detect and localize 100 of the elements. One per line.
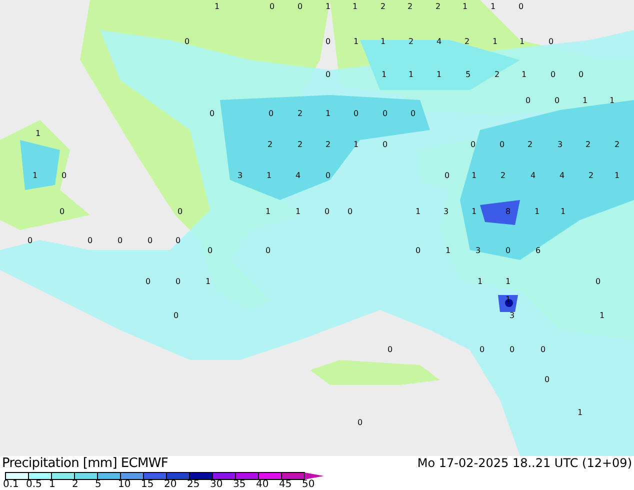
- precipitation-value: 3: [475, 246, 481, 255]
- precipitation-value: 0: [509, 345, 515, 354]
- legend-label: 20: [164, 479, 177, 490]
- precipitation-value: 1: [609, 96, 615, 105]
- precipitation-value: 2: [297, 140, 303, 149]
- precipitation-value: 2: [408, 37, 414, 46]
- precipitation-value: 0: [269, 2, 275, 11]
- precipitation-value: 0: [175, 277, 181, 286]
- precipitation-value: 0: [550, 70, 556, 79]
- precipitation-value: 0: [470, 140, 476, 149]
- precipitation-value: 0: [410, 109, 416, 118]
- precipitation-value: 0: [595, 277, 601, 286]
- precipitation-value: 1: [477, 277, 483, 286]
- precipitation-value: 1: [462, 2, 468, 11]
- precipitation-value: 0: [297, 2, 303, 11]
- legend-label: 1: [49, 479, 56, 490]
- precipitation-value: 1: [214, 2, 220, 11]
- legend-label: 45: [279, 479, 292, 490]
- precipitation-value: 0: [353, 109, 359, 118]
- precipitation-value: 0: [554, 96, 560, 105]
- precipitation-value: 0: [175, 236, 181, 245]
- precipitation-value: 0: [578, 70, 584, 79]
- precipitation-value: 4: [295, 171, 301, 180]
- legend-label: 25: [187, 479, 200, 490]
- precipitation-value: 1: [560, 207, 566, 216]
- legend-label: 50: [302, 479, 315, 490]
- precipitation-value: 0: [87, 236, 93, 245]
- precipitation-value: 1: [266, 171, 272, 180]
- precipitation-value: 2: [435, 2, 441, 11]
- precipitation-value: 3: [509, 311, 515, 320]
- precipitation-value: 1: [577, 408, 583, 417]
- precipitation-value: 0: [207, 246, 213, 255]
- precipitation-value: 2: [407, 2, 413, 11]
- precipitation-value: 0: [347, 207, 353, 216]
- precipitation-value: 0: [548, 37, 554, 46]
- precipitation-value: 0: [27, 236, 33, 245]
- precipitation-value: 0: [518, 2, 524, 11]
- precipitation-value: 1: [519, 37, 525, 46]
- precipitation-value: 8: [505, 207, 511, 216]
- precipitation-value: 0: [505, 246, 511, 255]
- precipitation-value: 0: [382, 140, 388, 149]
- precipitation-value: 3: [237, 171, 243, 180]
- precipitation-value: 0: [415, 246, 421, 255]
- precipitation-value: 0: [184, 37, 190, 46]
- precipitation-value: 0: [145, 277, 151, 286]
- precipitation-value: 1: [445, 246, 451, 255]
- precipitation-value: 5: [465, 70, 471, 79]
- precipitation-value: 1: [352, 2, 358, 11]
- legend-label: 40: [256, 479, 269, 490]
- precipitation-value: 1: [436, 70, 442, 79]
- precipitation-value: 0: [544, 375, 550, 384]
- legend-label: 0.5: [26, 479, 42, 490]
- precipitation-value: 0: [265, 246, 271, 255]
- precipitation-value: 0: [499, 140, 505, 149]
- precipitation-value: 1: [325, 109, 331, 118]
- precipitation-value: 2: [614, 140, 620, 149]
- precipitation-value: 2: [527, 140, 533, 149]
- precipitation-value: 0: [357, 418, 363, 427]
- precipitation-value: 1: [490, 2, 496, 11]
- precipitation-value: 0: [325, 171, 331, 180]
- precipitation-value: 2: [267, 140, 273, 149]
- precipitation-value: 1: [471, 207, 477, 216]
- precipitation-value: 2: [325, 140, 331, 149]
- precipitation-value: 0: [325, 70, 331, 79]
- precipitation-value: 2: [380, 2, 386, 11]
- precipitation-value: 1: [614, 171, 620, 180]
- precipitation-value: 6: [535, 246, 541, 255]
- precipitation-value: 1: [534, 207, 540, 216]
- precipitation-value: 1: [353, 37, 359, 46]
- precipitation-value: 2: [585, 140, 591, 149]
- precipitation-value: 1: [205, 277, 211, 286]
- legend-label: 35: [233, 479, 246, 490]
- precipitation-value: 2: [494, 70, 500, 79]
- precipitation-value: 2: [464, 37, 470, 46]
- precipitation-value: 0: [479, 345, 485, 354]
- precipitation-value: 1: [492, 37, 498, 46]
- precipitation-value: 1: [471, 171, 477, 180]
- precipitation-value: 1: [505, 295, 511, 304]
- legend-label: 0.1: [3, 479, 19, 490]
- precipitation-value: 1: [582, 96, 588, 105]
- precipitation-value: 0: [147, 236, 153, 245]
- precipitation-value: 1: [265, 207, 271, 216]
- precipitation-value: 0: [177, 207, 183, 216]
- precipitation-value: 4: [530, 171, 536, 180]
- precipitation-value: 0: [325, 37, 331, 46]
- precipitation-value: 0: [61, 171, 67, 180]
- forecast-time: Mo 17-02-2025 18..21 UTC (12+09): [417, 456, 633, 472]
- precipitation-value: 2: [588, 171, 594, 180]
- precipitation-value: 3: [443, 207, 449, 216]
- precipitation-value: 0: [444, 171, 450, 180]
- legend-label: 10: [118, 479, 131, 490]
- legend-title: Precipitation [mm] ECMWF: [2, 456, 170, 471]
- precipitation-value: 1: [408, 70, 414, 79]
- precipitation-value: 4: [559, 171, 565, 180]
- precipitation-value: 1: [35, 129, 41, 138]
- precipitation-value: 0: [209, 109, 215, 118]
- precipitation-value: 1: [521, 70, 527, 79]
- precipitation-value: 1: [415, 207, 421, 216]
- precipitation-value: 1: [505, 277, 511, 286]
- precipitation-value: 1: [32, 171, 38, 180]
